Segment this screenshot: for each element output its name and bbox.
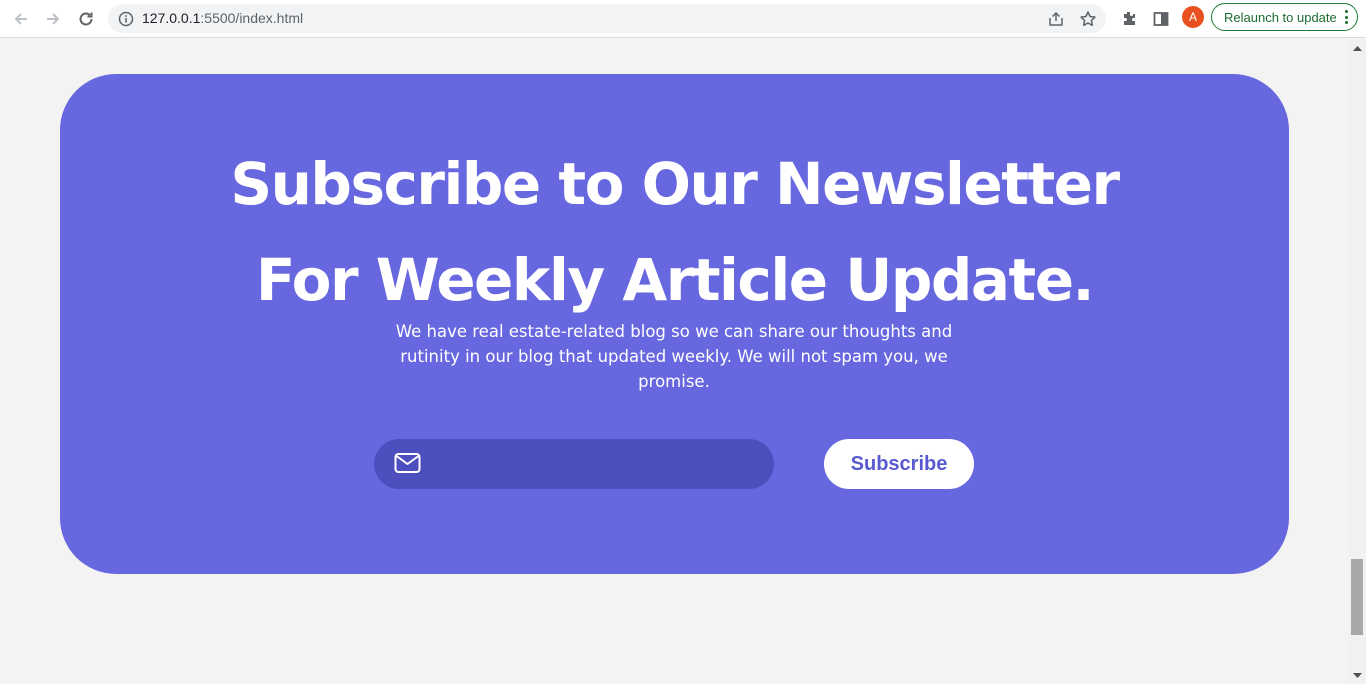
newsletter-title: Subscribe to Our Newsletter For Weekly A…: [60, 136, 1289, 328]
newsletter-description: We have real estate-related blog so we c…: [395, 322, 953, 391]
back-icon[interactable]: [8, 6, 34, 32]
relaunch-label: Relaunch to update: [1224, 10, 1337, 25]
more-icon[interactable]: [1343, 10, 1349, 24]
info-icon[interactable]: [116, 9, 136, 29]
reload-icon[interactable]: [73, 6, 99, 32]
browser-toolbar: 127.0.0.1:5500/index.html A Relaunch to …: [0, 0, 1366, 38]
extensions-icon[interactable]: [1116, 6, 1142, 32]
email-input[interactable]: [440, 447, 750, 481]
title-line-1: Subscribe to Our Newsletter: [230, 150, 1120, 218]
profile-avatar[interactable]: A: [1182, 6, 1204, 28]
page-scrollbar[interactable]: [1349, 39, 1366, 684]
newsletter-card: Subscribe to Our Newsletter For Weekly A…: [60, 74, 1289, 574]
scrollbar-thumb[interactable]: [1351, 559, 1363, 635]
url-text[interactable]: 127.0.0.1:5500/index.html: [142, 10, 303, 26]
url-host: 127.0.0.1: [142, 10, 201, 26]
scroll-up-arrow-icon[interactable]: [1349, 39, 1366, 56]
scroll-down-arrow-icon[interactable]: [1349, 667, 1366, 684]
mail-icon: [394, 453, 421, 473]
title-line-2: For Weekly Article Update.: [255, 246, 1095, 314]
address-bar[interactable]: 127.0.0.1:5500/index.html: [108, 4, 1106, 33]
email-field[interactable]: [374, 439, 774, 489]
url-path: :5500/index.html: [200, 10, 304, 26]
side-panel-icon[interactable]: [1148, 6, 1174, 32]
star-icon[interactable]: [1078, 9, 1098, 29]
relaunch-button[interactable]: Relaunch to update: [1211, 3, 1358, 31]
share-icon[interactable]: [1046, 9, 1066, 29]
subscribe-button[interactable]: Subscribe: [824, 439, 974, 489]
forward-icon[interactable]: [40, 6, 66, 32]
